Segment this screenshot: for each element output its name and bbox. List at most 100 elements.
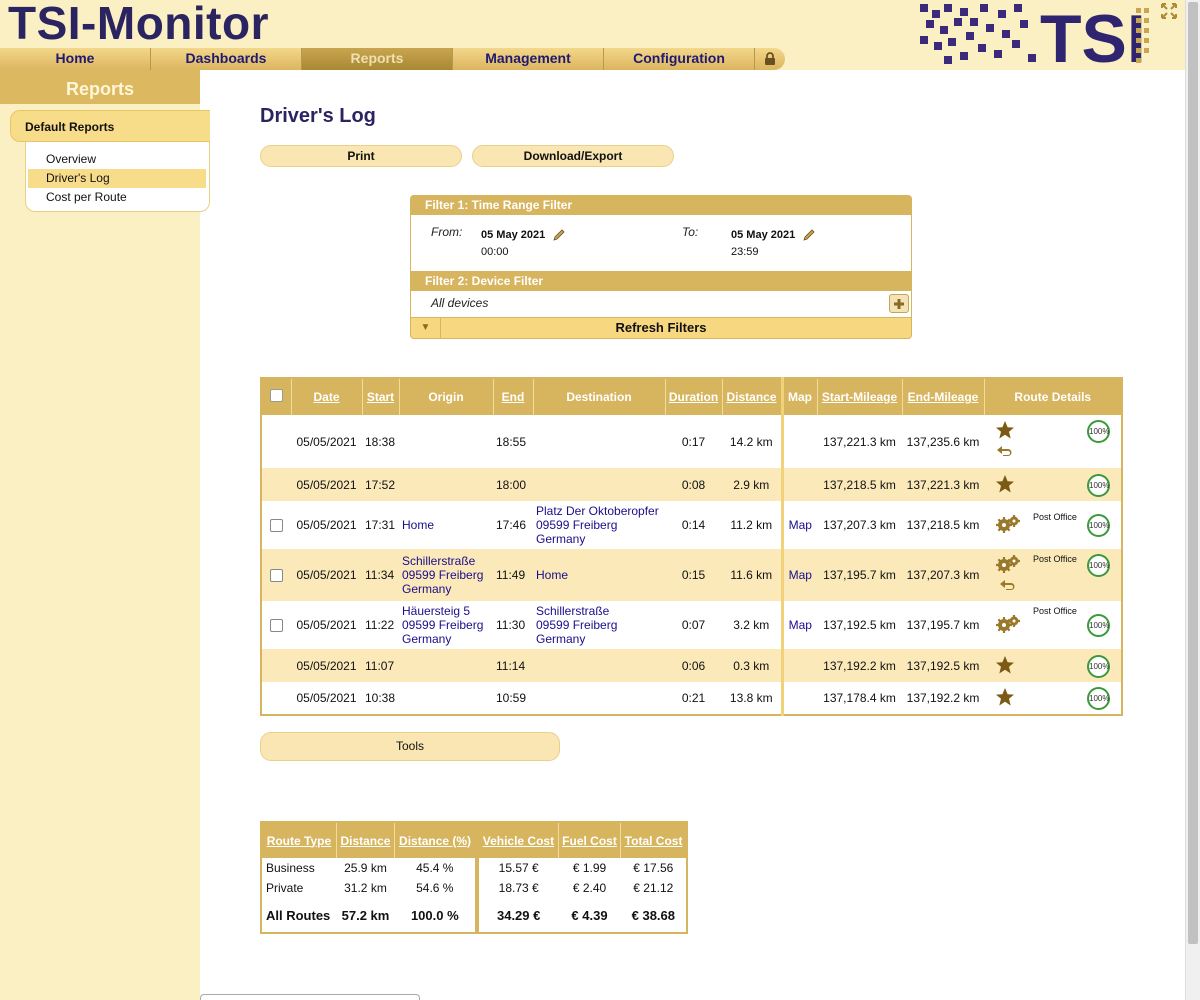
destination-line[interactable]: 09599 Freiberg — [536, 518, 662, 532]
header-duration[interactable]: Duration — [665, 378, 723, 415]
to-date-picker[interactable]: 05 May 2021 — [731, 227, 815, 241]
nav-configuration[interactable]: Configuration — [604, 48, 755, 70]
expand-icon[interactable] — [1160, 2, 1178, 20]
tools-button[interactable]: Tools — [260, 732, 560, 761]
date-value: 05/05/2021 — [296, 568, 357, 582]
sidebar-item-drivers-log[interactable]: Driver's Log — [28, 169, 206, 188]
triangle-down-icon[interactable]: ▼ — [411, 318, 441, 338]
tsi-logo: TSI — [920, 4, 1149, 66]
row-select-cell — [261, 415, 291, 468]
vertical-scrollbar[interactable] — [1185, 0, 1200, 1000]
cell-duration: 0:17 — [665, 415, 722, 468]
app-header: TSI-Monitor TSI Home Dashboards Reports … — [0, 0, 1185, 70]
origin-line[interactable]: 09599 Freiberg — [402, 568, 490, 582]
header-end[interactable]: End — [493, 378, 534, 415]
distance-value: 14.2 km — [729, 434, 773, 449]
header-start-mileage[interactable]: Start-Mileage — [817, 378, 903, 415]
summary-total-row: All Routes 57.2 km 100.0 % 34.29 € € 4.3… — [261, 898, 687, 933]
cell-origin: Häuersteig 5 09599 Freiberg Germany — [399, 601, 493, 649]
refresh-filters-button[interactable]: ▼ Refresh Filters — [410, 317, 912, 339]
percent-circle-icon[interactable]: 100% — [1087, 514, 1110, 537]
origin-line[interactable]: Schillerstraße — [402, 554, 490, 568]
star-icon[interactable] — [995, 687, 1015, 710]
destination-line[interactable]: Schillerstraße — [536, 604, 662, 618]
star-icon[interactable] — [995, 655, 1015, 678]
cell-map[interactable]: Map — [780, 549, 817, 601]
end-mileage-value: 137,192.5 km — [906, 658, 980, 673]
header-route-details: Route Details — [984, 378, 1122, 415]
sidebar-item-cost-per-route[interactable]: Cost per Route — [28, 188, 206, 207]
destination-line[interactable]: Germany — [536, 632, 662, 646]
header-date[interactable]: Date — [291, 378, 363, 415]
nav-reports[interactable]: Reports — [302, 48, 453, 70]
summary-header-fuel-cost[interactable]: Fuel Cost — [558, 822, 622, 858]
return-arrow-icon[interactable] — [996, 445, 1014, 460]
select-all-checkbox[interactable] — [269, 389, 283, 402]
export-button[interactable]: Download/Export — [472, 145, 674, 167]
header-end-mileage[interactable]: End-Mileage — [902, 378, 985, 415]
percent-circle-icon[interactable]: 100% — [1087, 687, 1110, 710]
destination-line[interactable]: Germany — [536, 532, 662, 546]
date-value: 05/05/2021 — [296, 618, 357, 632]
origin-line[interactable]: Häuersteig 5 — [402, 604, 490, 618]
summary-header-vehicle-cost[interactable]: Vehicle Cost — [474, 822, 559, 858]
row-checkbox[interactable] — [270, 619, 283, 633]
percent-circle-icon[interactable]: 100% — [1087, 420, 1110, 443]
post-office-label: Post Office — [1033, 606, 1077, 616]
from-date-picker[interactable]: 05 May 2021 — [481, 227, 565, 241]
print-button[interactable]: Print — [260, 145, 462, 167]
cell-destination — [533, 468, 665, 501]
cell-duration: 0:14 — [665, 501, 722, 549]
cell-map[interactable]: Map — [780, 601, 817, 649]
summary-header-total-cost[interactable]: Total Cost — [620, 822, 687, 858]
duration-value: 0:07 — [681, 618, 706, 632]
origin-line[interactable]: Home — [402, 518, 490, 532]
destination-line[interactable]: Platz Der Oktoberopfer — [536, 504, 662, 518]
percent-circle-icon[interactable]: 100% — [1087, 654, 1110, 678]
star-icon[interactable] — [995, 420, 1015, 443]
end-time: 18:00 — [496, 477, 527, 492]
sidebar-item-overview[interactable]: Overview — [28, 150, 206, 169]
map-link[interactable]: Map — [789, 568, 812, 582]
scrollbar-thumb[interactable] — [1188, 2, 1198, 944]
gears-icon[interactable] — [995, 614, 1021, 637]
star-icon[interactable] — [995, 474, 1015, 497]
cell-end: 11:49 — [493, 549, 533, 601]
drivers-log-rows: 05/05/2021 18:38 18:55 0:17 14.2 km 137,221.3… — [261, 415, 1122, 715]
pencil-icon[interactable] — [802, 229, 815, 241]
destination-line[interactable]: 09599 Freiberg — [536, 618, 662, 632]
nav-management[interactable]: Management — [453, 48, 604, 70]
add-device-button[interactable] — [889, 294, 909, 313]
row-checkbox[interactable] — [270, 569, 283, 583]
percent-circle-icon[interactable]: 100% — [1087, 614, 1110, 637]
destination-line[interactable]: Home — [536, 568, 662, 582]
row-checkbox[interactable] — [270, 519, 283, 533]
map-link[interactable]: Map — [789, 518, 812, 532]
summary-total-fuel-cost: € 4.39 — [571, 907, 608, 923]
percent-circle-icon[interactable]: 100% — [1087, 554, 1110, 577]
summary-header-distance[interactable]: Distance — [336, 822, 396, 858]
return-arrow-icon[interactable] — [999, 579, 1017, 594]
map-link[interactable]: Map — [789, 618, 812, 632]
gears-icon[interactable] — [995, 554, 1021, 577]
header-distance[interactable]: Distance — [722, 378, 783, 415]
sidebar-section-default-reports[interactable]: Default Reports — [10, 110, 210, 142]
origin-line[interactable]: 09599 Freiberg — [402, 618, 490, 632]
cell-destination — [533, 682, 665, 715]
summary-row: Business 25.9 km 45.4 % 15.57 € € 1.99 €… — [261, 858, 687, 878]
gears-icon[interactable] — [995, 514, 1021, 537]
summary-header-distance-pct[interactable]: Distance (%) — [394, 822, 478, 858]
nav-home[interactable]: Home — [0, 48, 151, 70]
duration-value: 0:06 — [681, 658, 706, 673]
cell-map[interactable]: Map — [780, 501, 817, 549]
pencil-icon[interactable] — [552, 229, 565, 241]
device-filter-value: All devices — [431, 296, 489, 310]
nav-dashboards[interactable]: Dashboards — [151, 48, 302, 70]
percent-circle-icon[interactable]: 100% — [1087, 473, 1110, 497]
header-start[interactable]: Start — [362, 378, 400, 415]
summary-header-route-type[interactable]: Route Type — [261, 822, 337, 858]
start-time: 11:34 — [365, 568, 395, 582]
origin-line[interactable]: Germany — [402, 632, 490, 646]
origin-line[interactable]: Germany — [402, 582, 490, 596]
nav-lock[interactable] — [755, 48, 785, 70]
